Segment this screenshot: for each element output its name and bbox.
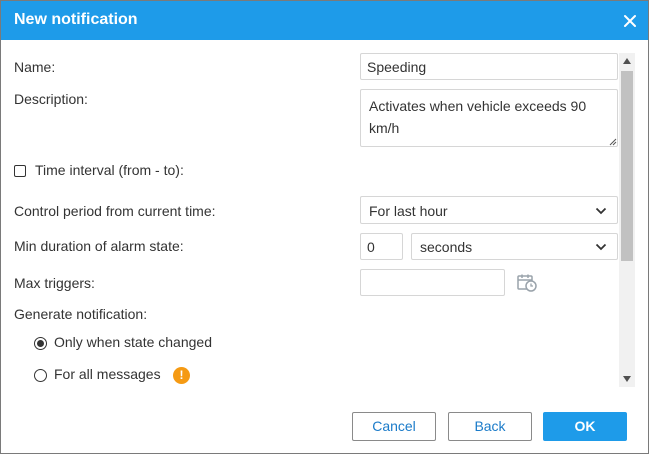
max-triggers-label: Max triggers: <box>14 275 95 291</box>
dialog-titlebar: New notification <box>1 1 648 40</box>
ok-button[interactable]: OK <box>543 412 627 441</box>
radio-label-only-when-state-changed: Only when state changed <box>54 334 212 350</box>
description-textarea[interactable]: Activates when vehicle exceeds 90 km/h <box>360 89 618 147</box>
new-notification-dialog: New notification Name: Description: Acti… <box>0 0 649 454</box>
description-label: Description: <box>14 91 88 107</box>
min-duration-label: Min duration of alarm state: <box>14 238 184 254</box>
cancel-button[interactable]: Cancel <box>352 412 436 441</box>
time-interval-label: Time interval (from - to): <box>35 162 184 178</box>
control-period-label: Control period from current time: <box>14 203 216 219</box>
dialog-title: New notification <box>14 11 138 28</box>
control-period-value: For last hour <box>369 203 448 219</box>
radio-label-for-all-messages: For all messages <box>54 366 161 382</box>
warning-icon[interactable]: ! <box>173 367 190 384</box>
scroll-down-arrow-icon[interactable] <box>623 376 631 382</box>
dialog-content: Name: Description: Activates when vehicl… <box>1 40 619 390</box>
calendar-clock-icon[interactable] <box>516 273 538 293</box>
min-duration-input[interactable] <box>360 233 403 260</box>
chevron-down-icon <box>595 243 607 251</box>
radio-for-all-messages[interactable] <box>34 369 47 382</box>
close-icon[interactable] <box>621 12 639 30</box>
name-label: Name: <box>14 59 56 75</box>
scrollbar-thumb[interactable] <box>621 71 633 261</box>
time-interval-checkbox[interactable] <box>14 165 26 177</box>
min-duration-unit-select[interactable]: seconds <box>411 233 618 260</box>
name-input[interactable] <box>360 53 618 80</box>
back-button[interactable]: Back <box>448 412 532 441</box>
control-period-select[interactable]: For last hour <box>360 196 618 224</box>
generate-notification-label: Generate notification: <box>14 306 148 322</box>
max-triggers-input[interactable] <box>360 269 505 296</box>
chevron-down-icon <box>595 207 607 215</box>
min-duration-unit-value: seconds <box>420 239 473 255</box>
radio-only-when-state-changed[interactable] <box>34 337 47 350</box>
scroll-up-arrow-icon[interactable] <box>623 58 631 64</box>
vertical-scrollbar[interactable] <box>619 53 635 387</box>
